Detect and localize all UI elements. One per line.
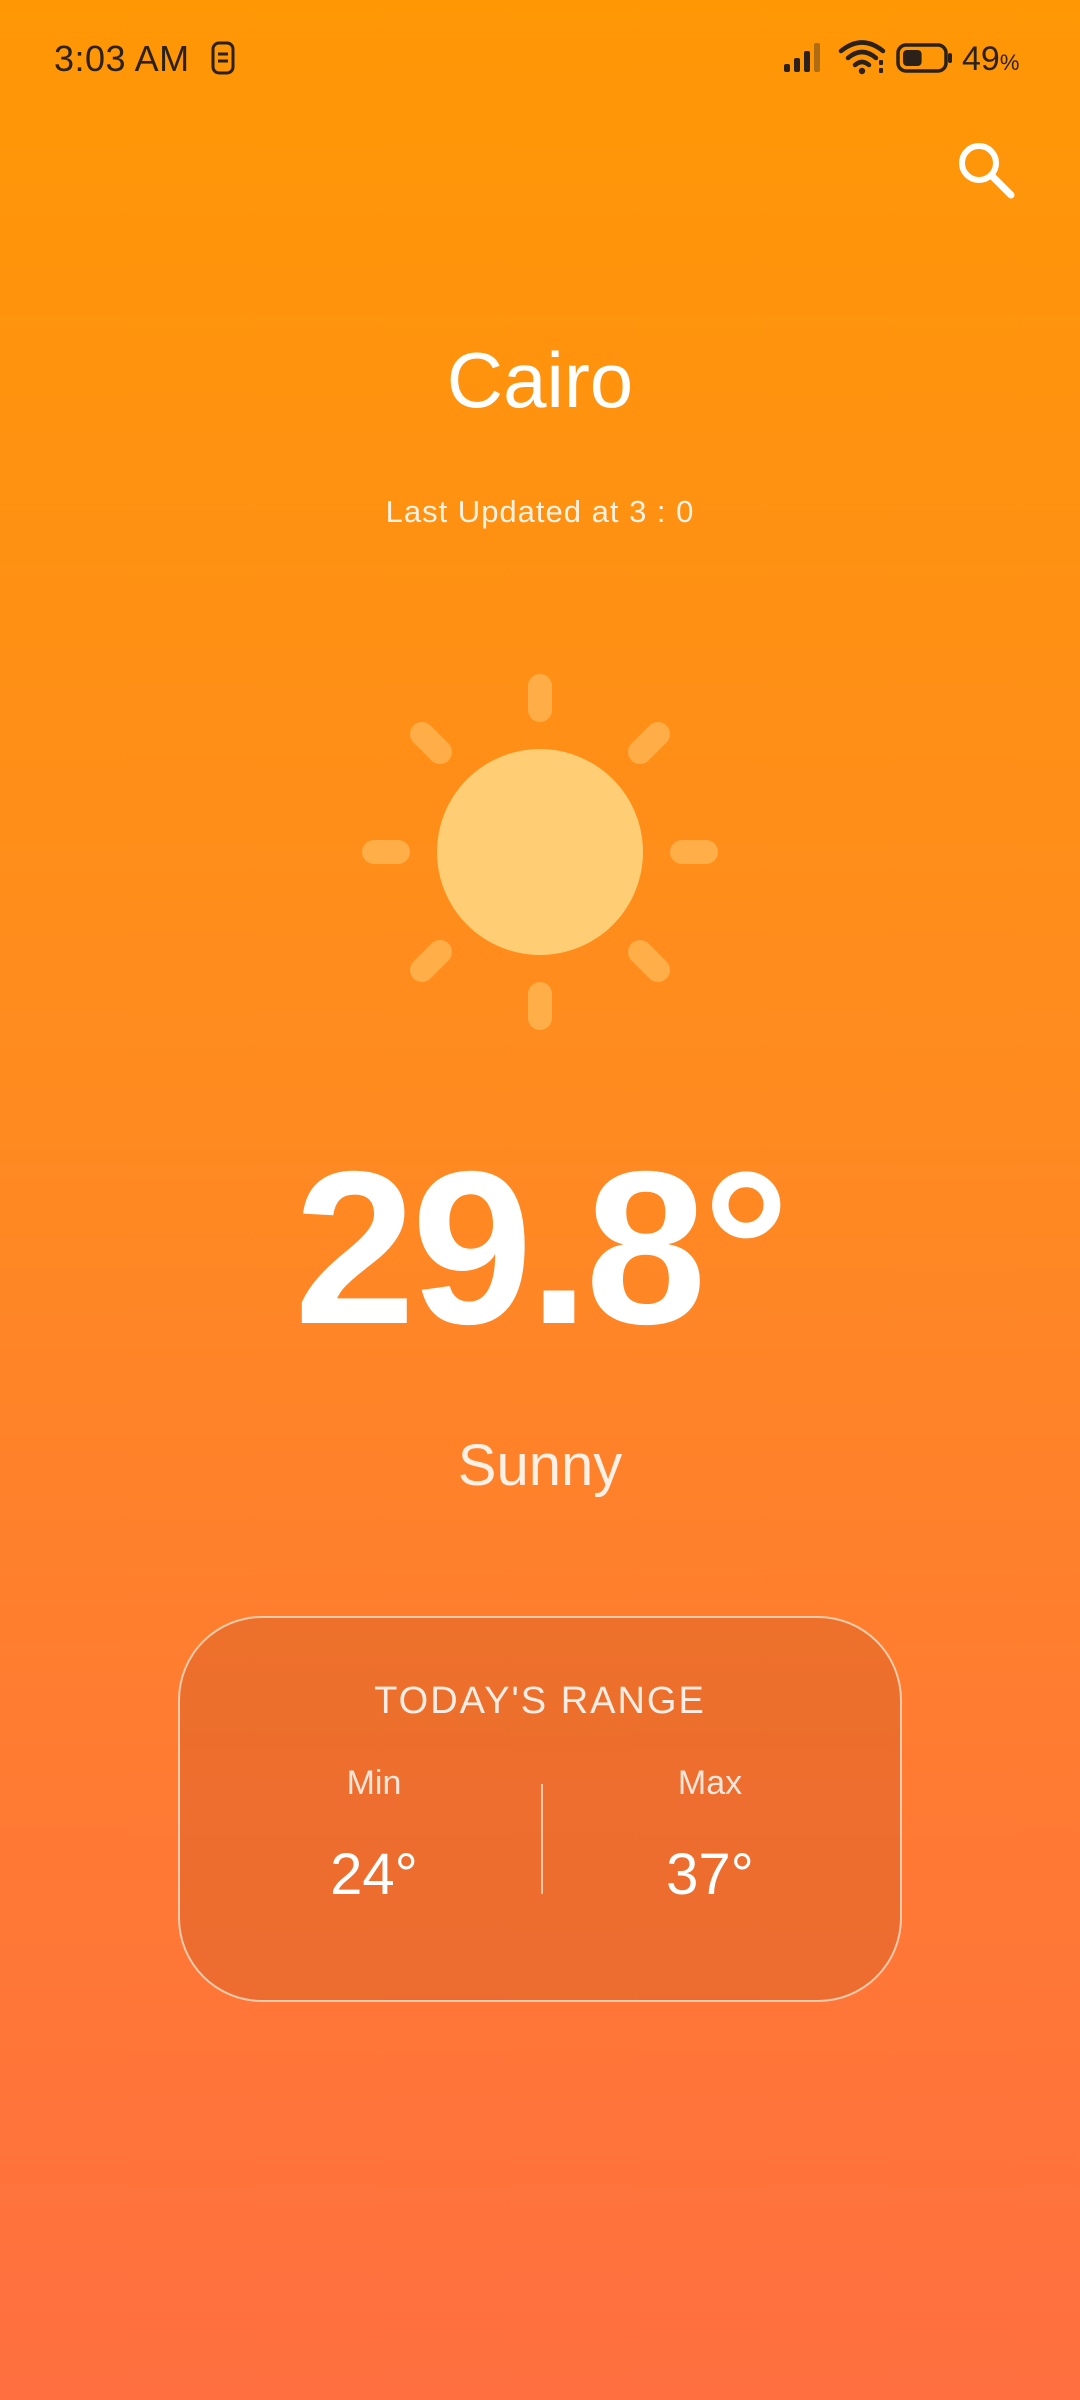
status-bar: 3:03 AM 49% — [0, 0, 1080, 120]
battery-unit: % — [999, 50, 1020, 75]
range-divider — [541, 1784, 543, 1894]
city-name: Cairo — [446, 336, 634, 424]
search-icon — [959, 143, 1015, 199]
sun-icon — [362, 674, 718, 1030]
min-label: Min — [346, 1764, 402, 1802]
min-temperature: Min 24° — [274, 1764, 474, 1908]
range-title: TODAY'S RANGE — [374, 1680, 706, 1722]
battery-icon — [896, 43, 952, 73]
weather-condition: Sunny — [457, 1433, 623, 1498]
min-value: 24° — [330, 1842, 418, 1907]
battery-percentage: 49% — [962, 40, 1019, 79]
max-value: 37° — [666, 1842, 754, 1907]
sim-card-icon — [211, 41, 235, 75]
wifi-icon — [838, 40, 886, 75]
battery-value: 49 — [962, 40, 1000, 78]
current-temperature: 29.8° — [294, 1127, 789, 1370]
last-updated-text: Last Updated at 3 : 0 — [385, 494, 695, 529]
search-button[interactable] — [946, 130, 1026, 210]
cellular-signal-icon — [784, 43, 820, 72]
max-temperature: Max 37° — [610, 1764, 810, 1908]
todays-range-card: TODAY'S RANGE Min 24° Max 37° — [178, 1616, 902, 2002]
status-time: 3:03 AM — [54, 38, 190, 79]
max-label: Max — [677, 1764, 743, 1802]
